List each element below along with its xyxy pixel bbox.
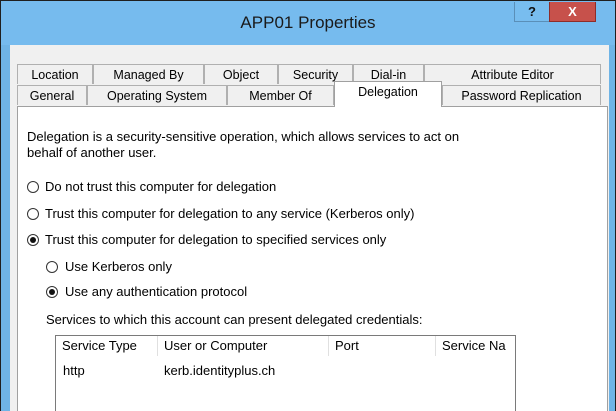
tab-location[interactable]: Location — [17, 64, 93, 84]
cell-service-type: http — [63, 363, 85, 378]
tab-managed-by[interactable]: Managed By — [93, 64, 204, 84]
help-button[interactable]: ? — [514, 2, 550, 22]
column-header-port[interactable]: Port — [329, 336, 436, 356]
tab-delegation[interactable]: Delegation — [334, 81, 442, 107]
close-button[interactable]: X — [549, 2, 596, 22]
tab-operating-system[interactable]: Operating System — [87, 85, 227, 105]
radio-use-any-protocol-label[interactable]: Use any authentication protocol — [65, 284, 247, 299]
column-header-service-type[interactable]: Service Type — [56, 336, 158, 356]
services-label: Services to which this account can prese… — [46, 312, 423, 327]
radio-use-any-protocol-circle[interactable] — [46, 286, 58, 298]
radio-do-not-trust-label[interactable]: Do not trust this computer for delegatio… — [45, 179, 276, 194]
column-header-user-or-computer[interactable]: User or Computer — [158, 336, 329, 356]
tab-general[interactable]: General — [17, 85, 87, 105]
radio-trust-specified-services-label[interactable]: Trust this computer for delegation to sp… — [45, 232, 386, 247]
radio-trust-any-service-label[interactable]: Trust this computer for delegation to an… — [45, 206, 414, 221]
tab-object[interactable]: Object — [204, 64, 278, 84]
services-list[interactable]: Service Type User or Computer Port Servi… — [55, 335, 516, 411]
radio-use-kerberos-only-label[interactable]: Use Kerberos only — [65, 259, 172, 274]
title-bar[interactable]: APP01 Properties ? X — [1, 1, 615, 45]
tab-member-of[interactable]: Member Of — [227, 85, 334, 105]
radio-trust-any-service-circle[interactable] — [27, 208, 39, 220]
radio-do-not-trust-circle[interactable] — [27, 181, 39, 193]
tab-password-replication[interactable]: Password Replication — [442, 85, 601, 105]
delegation-description-line2: behalf of another user. — [27, 145, 157, 160]
properties-dialog: APP01 Properties ? X Location Managed By… — [0, 0, 616, 411]
radio-trust-specified-services-circle[interactable] — [27, 234, 39, 246]
column-header-service-name[interactable]: Service Na — [436, 336, 515, 356]
tab-attribute-editor[interactable]: Attribute Editor — [424, 64, 601, 84]
delegation-description-line1: Delegation is a security-sensitive opera… — [27, 129, 460, 144]
radio-use-kerberos-only-circle[interactable] — [46, 261, 58, 273]
cell-user-or-computer: kerb.identityplus.ch — [164, 363, 276, 378]
